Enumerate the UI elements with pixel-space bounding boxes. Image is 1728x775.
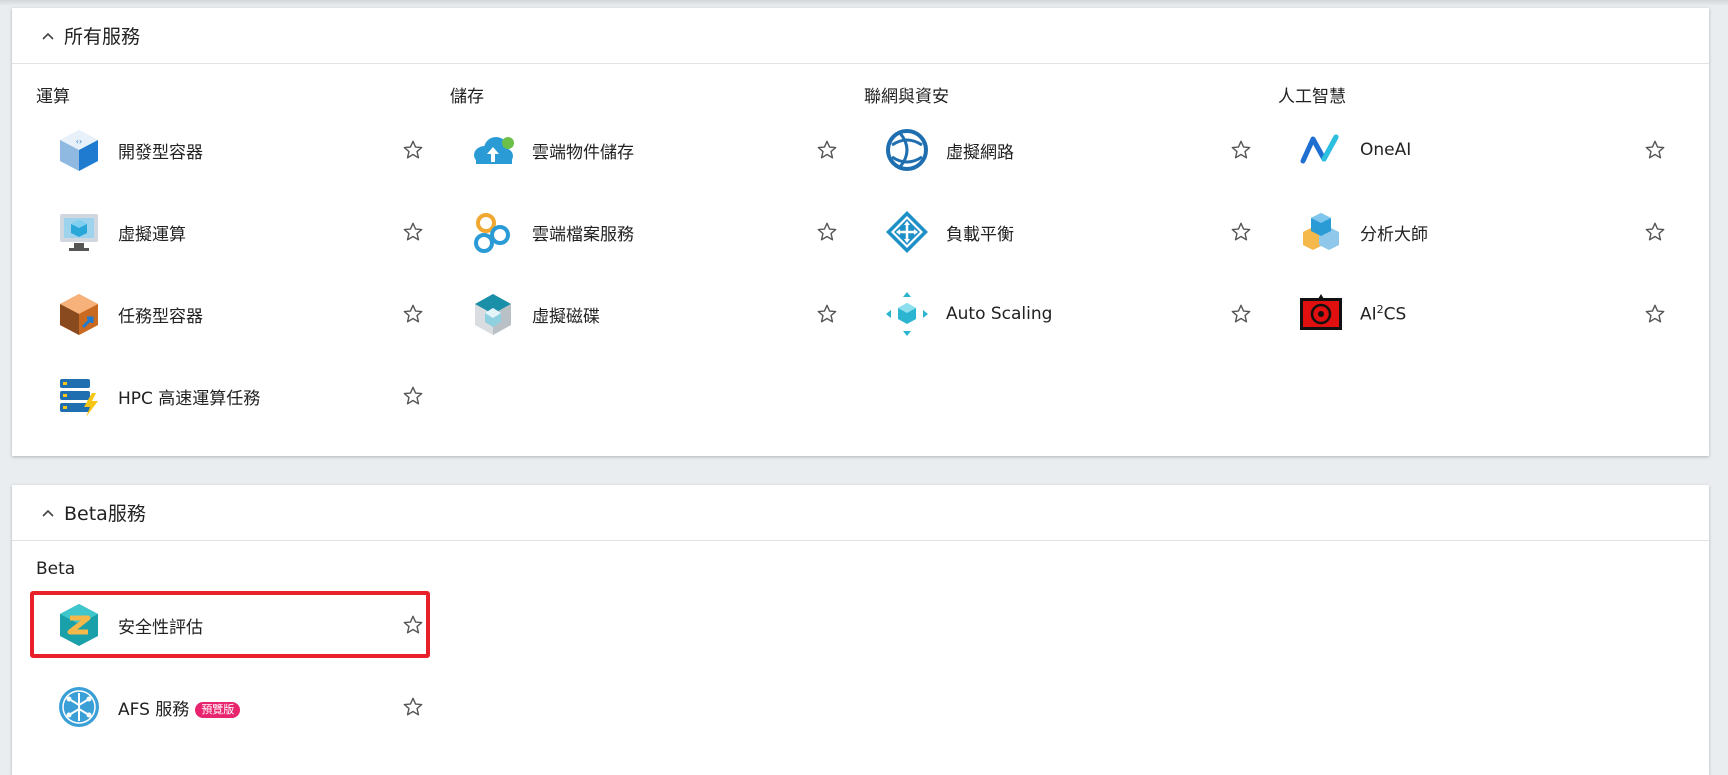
star-outline-icon[interactable] [402,385,424,407]
preview-badge: 預覽版 [195,701,241,718]
category-title: 運算 [36,87,70,107]
virtual-disk-icon [475,294,511,335]
category-title: 聯網與資安 [864,87,949,107]
top-shadow-bar [0,0,1728,6]
star-outline-icon[interactable] [402,614,424,636]
service-item-job-container[interactable]: 任務型容器 [36,278,436,350]
star-outline-icon[interactable] [402,303,424,325]
ai2cs-icon [1300,294,1342,330]
dev-container-icon: ‹› [60,130,98,171]
auto-scaling-icon [886,292,928,336]
service-item-ai2cs[interactable]: AI2CS [1278,278,1678,350]
hpc-icon [60,379,98,417]
afs-icon [59,687,99,727]
star-outline-icon[interactable] [1230,139,1252,161]
category-title: 儲存 [450,87,484,107]
service-item-dev-container[interactable]: ‹› 開發型容器 [36,114,436,186]
service-item-virtual-network[interactable]: 虛擬網路 [864,114,1264,186]
category-title: 人工智慧 [1278,87,1346,107]
all-services-header[interactable]: 所有服務 [12,8,1709,64]
service-label: 負載平衡 [946,224,1014,245]
star-outline-icon[interactable] [1230,303,1252,325]
service-label: 任務型容器 [118,306,203,327]
cloud-file-service-icon [474,213,510,253]
star-outline-icon[interactable] [402,221,424,243]
service-label: 開發型容器 [118,142,203,163]
service-label: 雲端檔案服務 [532,224,634,245]
star-outline-icon[interactable] [1644,221,1666,243]
svg-text:‹›: ‹› [76,137,82,146]
virtual-network-icon [886,129,928,171]
service-label: OneAI [1360,140,1412,160]
cloud-object-storage-icon [474,137,514,164]
service-item-virtual-disk[interactable]: 虛擬磁碟 [450,278,850,350]
security-assessment-icon [60,604,98,646]
service-item-security-assessment[interactable]: 安全性評估 [36,589,436,661]
chevron-up-icon[interactable] [40,28,56,44]
service-label: 虛擬網路 [946,142,1014,163]
service-item-load-balancer[interactable]: 負載平衡 [864,196,1264,268]
service-label: 分析大師 [1360,224,1428,245]
service-label: Auto Scaling [946,304,1053,324]
service-item-oneai[interactable]: OneAI [1278,114,1678,186]
oneai-icon [1300,134,1339,164]
all-services-panel: 所有服務 運算 ‹› 開發型容器 虛擬運算 任務型容器 HPC 高速運算任務 儲… [12,8,1709,456]
service-label: AFS 服務 預覽版 [118,695,241,720]
service-label: HPC 高速運算任務 [118,388,261,409]
star-outline-icon[interactable] [402,696,424,718]
category-title: Beta [36,559,76,579]
star-outline-icon[interactable] [816,303,838,325]
star-outline-icon[interactable] [1644,139,1666,161]
service-label: 雲端物件儲存 [532,142,634,163]
star-outline-icon[interactable] [816,221,838,243]
service-label: AI2CS [1360,303,1407,325]
service-item-cloud-file-service[interactable]: 雲端檔案服務 [450,196,850,268]
service-label: 安全性評估 [118,617,203,638]
service-item-hpc[interactable]: HPC 高速運算任務 [36,360,436,432]
star-outline-icon[interactable] [1644,303,1666,325]
service-item-afs[interactable]: AFS 服務 預覽版 [36,671,436,743]
service-item-cloud-object-storage[interactable]: 雲端物件儲存 [450,114,850,186]
star-outline-icon[interactable] [402,139,424,161]
load-balancer-icon [886,211,928,253]
service-label: 虛擬磁碟 [532,306,600,327]
service-label: 虛擬運算 [118,224,186,245]
panel-title: 所有服務 [64,26,141,48]
job-container-icon [60,294,98,335]
panel-title: Beta服務 [64,503,146,525]
service-item-auto-scaling[interactable]: Auto Scaling [864,278,1264,350]
star-outline-icon[interactable] [1230,221,1252,243]
beta-services-panel: Beta服務 Beta 安全性評估 AFS 服務 預覽版 [12,485,1709,775]
virtual-compute-icon [60,214,98,251]
analytics-master-icon [1303,213,1339,250]
star-outline-icon[interactable] [816,139,838,161]
service-item-virtual-compute[interactable]: 虛擬運算 [36,196,436,268]
service-item-analytics-master[interactable]: 分析大師 [1278,196,1678,268]
chevron-up-icon[interactable] [40,505,56,521]
beta-services-header[interactable]: Beta服務 [12,485,1709,541]
